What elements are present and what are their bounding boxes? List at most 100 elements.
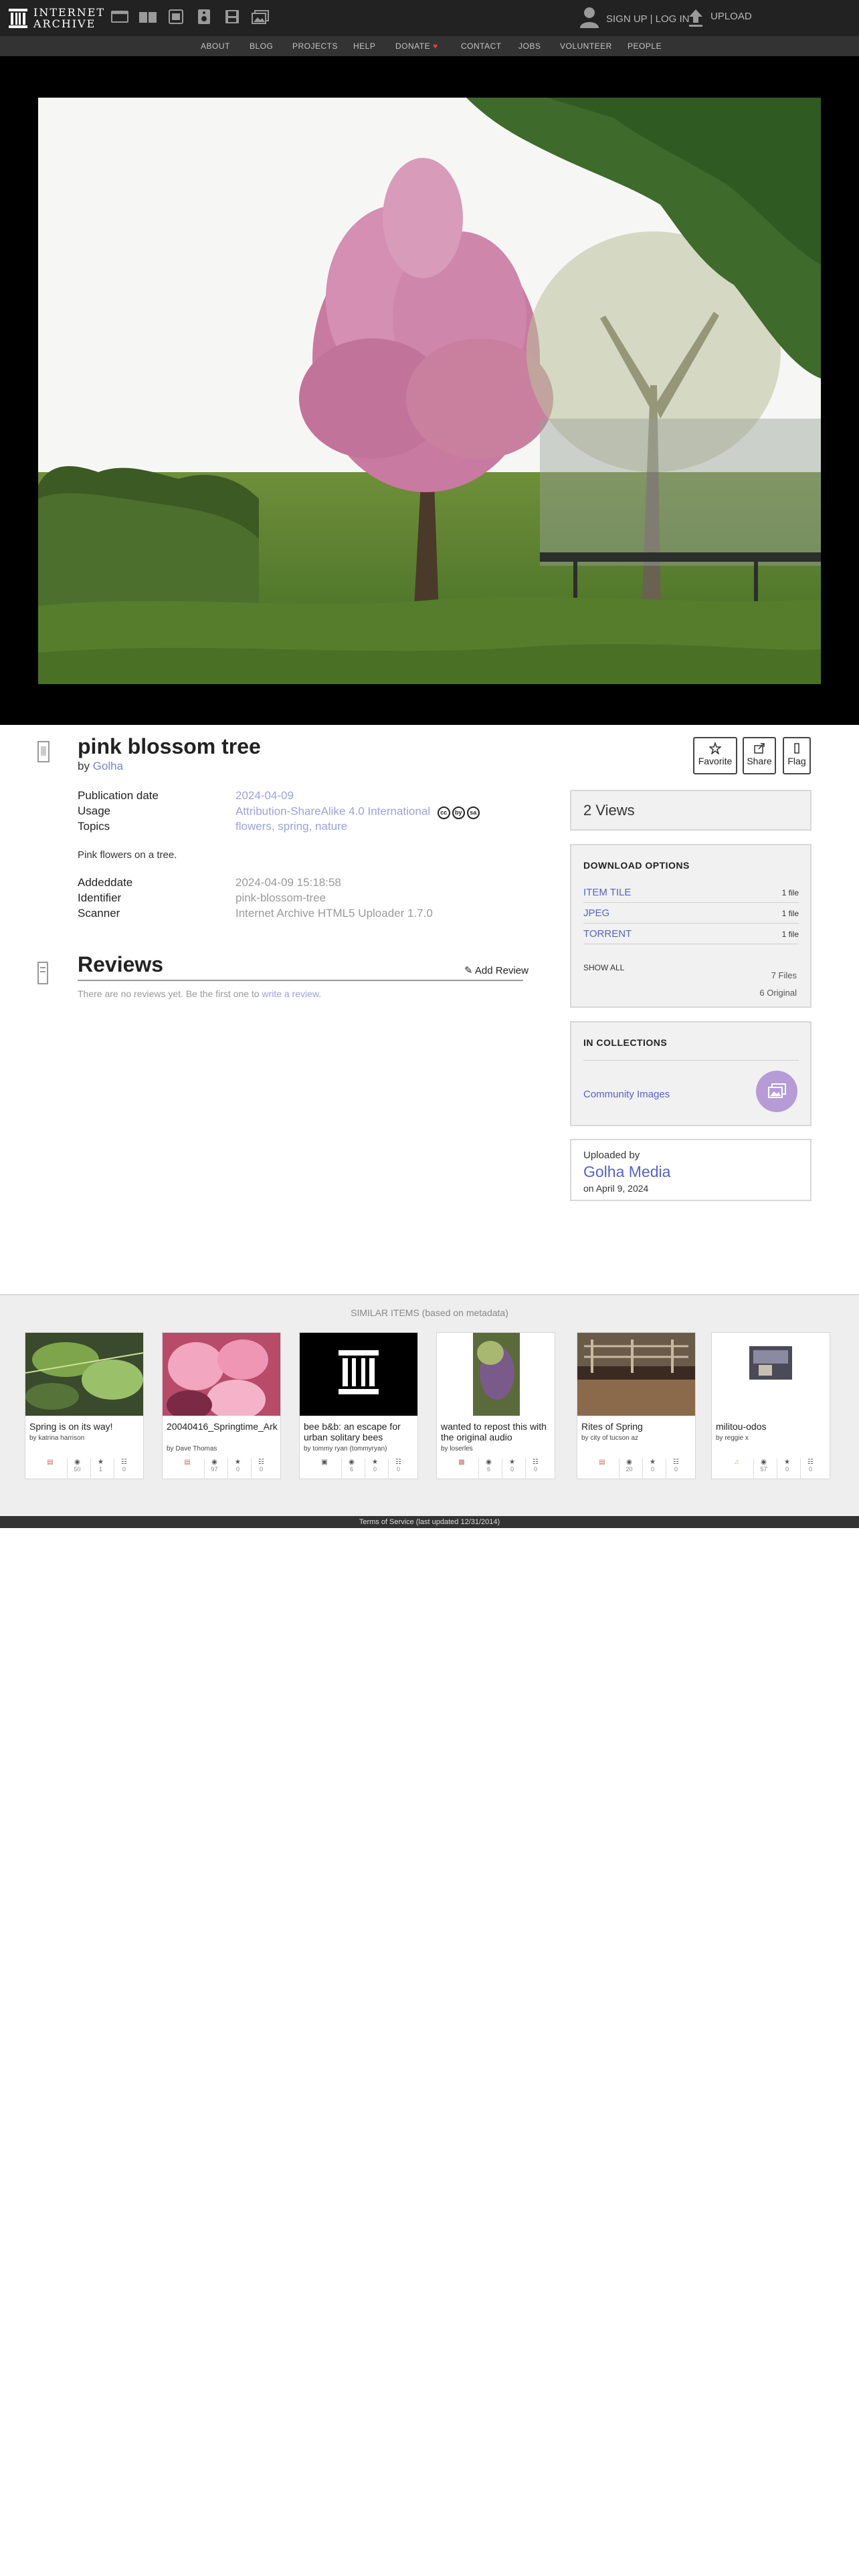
cc-by-icon: by: [452, 807, 465, 819]
mediatype-stat: ▩: [452, 1459, 472, 1479]
video-icon: ▩: [458, 1459, 465, 1466]
texts-icon[interactable]: [136, 7, 159, 27]
views-stat: ◉ 50: [67, 1459, 87, 1479]
upload-label: UPLOAD: [710, 11, 752, 22]
collections-divider: [583, 1060, 799, 1061]
meta-value-usage: Attribution-ShareAlike 4.0 International…: [235, 804, 482, 819]
meta-value-topics[interactable]: flowers, spring, nature: [235, 820, 347, 833]
write-review-link[interactable]: write a review.: [262, 988, 321, 999]
mediatype-stat: ♫: [727, 1459, 747, 1479]
flag-label: Flag: [787, 756, 806, 766]
show-all-link[interactable]: SHOW ALL: [583, 963, 624, 972]
signup-link[interactable]: SIGN UP: [606, 13, 647, 25]
collections-heading: IN COLLECTIONS: [583, 1037, 668, 1048]
meta-label-addeddate: Addeddate: [78, 876, 133, 889]
favorites-stat: ★ 0: [502, 1459, 522, 1479]
card-thumbnail[interactable]: [25, 1333, 143, 1416]
card-thumbnail[interactable]: [712, 1333, 830, 1416]
meta-value-publication-date[interactable]: 2024-04-09: [235, 789, 294, 802]
nav-donate[interactable]: DONATE ♥: [395, 41, 438, 51]
similar-item-card[interactable]: Rites of Spring by city of tucson az ▤ ◉…: [577, 1332, 696, 1479]
nav-projects[interactable]: PROJECTS: [292, 41, 338, 51]
pencil-icon: ✎: [464, 965, 473, 976]
license-link[interactable]: Attribution-ShareAlike 4.0 International: [235, 804, 430, 817]
download-count: 1 file: [781, 888, 799, 897]
favorite-label: Favorite: [698, 756, 733, 766]
stat-value: 0: [510, 1466, 514, 1473]
favorite-button[interactable]: Favorite: [693, 737, 737, 774]
card-title[interactable]: militou-odos: [716, 1421, 827, 1432]
eye-icon: ◉: [211, 1459, 217, 1466]
card-creator: by Dave Thomas: [167, 1445, 217, 1453]
nav-help[interactable]: HELP: [353, 41, 375, 51]
texts-icon: ▣: [321, 1459, 328, 1466]
download-name[interactable]: ITEM TILE: [583, 887, 631, 898]
nav-volunteer[interactable]: VOLUNTEER: [560, 41, 612, 51]
card-thumbnail[interactable]: [163, 1333, 280, 1416]
files-total-count[interactable]: 7 Files: [759, 967, 797, 984]
cc-license-badges[interactable]: cc by sa: [437, 804, 482, 819]
card-stats: ▤ ◉ 97 ★ 0 ☷ 0: [163, 1459, 280, 1479]
card-title[interactable]: bee b&b: an escape for urban solitary be…: [304, 1421, 415, 1442]
internet-archive-logo[interactable]: INTERNET ARCHIVE: [5, 4, 104, 32]
card-title[interactable]: wanted to repost this with the original …: [441, 1421, 552, 1442]
favorites-stat: ★ 1: [90, 1459, 110, 1479]
card-title[interactable]: Rites of Spring: [581, 1421, 692, 1432]
images-icon: ▤: [184, 1459, 191, 1466]
stat-value: 1: [98, 1466, 102, 1473]
images-icon[interactable]: [249, 7, 272, 27]
similar-item-card[interactable]: militou-odos by reggie x ♫ ◉ 57 ★ 0 ☷ 0: [711, 1332, 830, 1479]
image-theatre: [0, 56, 859, 725]
web-icon[interactable]: [108, 7, 131, 27]
eye-icon: ◉: [74, 1459, 80, 1466]
stat-value: 0: [396, 1466, 400, 1473]
nav-people[interactable]: PEOPLE: [628, 41, 662, 51]
stat-value: 97: [211, 1466, 218, 1473]
terms-of-service-link[interactable]: Terms of Service (last updated 12/31/201…: [359, 1518, 500, 1526]
signup-login: SIGN UP | LOG IN: [606, 13, 690, 25]
audio-icon[interactable]: [193, 7, 215, 27]
review-icon: ☷: [258, 1459, 264, 1466]
add-review-button[interactable]: ✎ Add Review: [464, 964, 529, 976]
similar-items-heading: SIMILAR ITEMS (based on metadata): [351, 1307, 508, 1318]
reviews-divider: [78, 980, 523, 981]
similar-item-card[interactable]: Spring is on its way! by katrina harriso…: [25, 1332, 144, 1479]
images-icon: ▤: [599, 1459, 605, 1466]
collection-link[interactable]: Community Images: [583, 1089, 670, 1100]
download-name[interactable]: JPEG: [583, 907, 609, 919]
card-thumbnail[interactable]: [577, 1333, 695, 1416]
item-image[interactable]: [38, 98, 821, 684]
favorites-stat: ★ 0: [642, 1459, 662, 1479]
flag-icon: [794, 743, 799, 754]
card-title[interactable]: 20040416_Springtime_Arkansas_DivX: [167, 1421, 278, 1432]
download-name[interactable]: TORRENT: [583, 928, 632, 940]
reviews-stat: ☷ 0: [800, 1459, 820, 1479]
download-torrent[interactable]: TORRENT 1 file: [583, 924, 799, 944]
video-icon[interactable]: [165, 7, 187, 27]
user-icon[interactable]: [578, 5, 601, 29]
meta-label-publication-date: Publication date: [78, 789, 159, 802]
similar-item-card[interactable]: wanted to repost this with the original …: [436, 1332, 555, 1479]
nav-about[interactable]: ABOUT: [201, 41, 230, 51]
collection-badge[interactable]: [756, 1071, 797, 1112]
card-stats: ▩ ◉ 6 ★ 0 ☷ 0: [437, 1459, 555, 1479]
software-icon[interactable]: [221, 7, 244, 27]
card-thumbnail[interactable]: [437, 1333, 555, 1416]
similar-item-card[interactable]: 20040416_Springtime_Arkansas_DivX by Dav…: [162, 1332, 281, 1479]
nav-blog[interactable]: BLOG: [250, 41, 273, 51]
creator-link[interactable]: Golha: [93, 760, 123, 772]
views-stat: ◉ 6: [478, 1459, 498, 1479]
nav-jobs[interactable]: JOBS: [518, 41, 541, 51]
reviews-stat: ☷ 0: [388, 1459, 408, 1479]
similar-item-card[interactable]: bee b&b: an escape for urban solitary be…: [299, 1332, 418, 1479]
login-link[interactable]: LOG IN: [656, 13, 690, 25]
flag-button[interactable]: Flag: [783, 737, 811, 774]
card-thumbnail[interactable]: [300, 1333, 417, 1416]
download-item-tile[interactable]: ITEM TILE 1 file: [583, 883, 799, 903]
uploader-link[interactable]: Golha Media: [583, 1163, 670, 1181]
download-jpeg[interactable]: JPEG 1 file: [583, 903, 799, 924]
card-title[interactable]: Spring is on its way!: [29, 1421, 140, 1432]
share-button[interactable]: Share: [743, 737, 776, 774]
nav-contact[interactable]: CONTACT: [461, 41, 502, 51]
star-icon: ★: [509, 1459, 515, 1466]
